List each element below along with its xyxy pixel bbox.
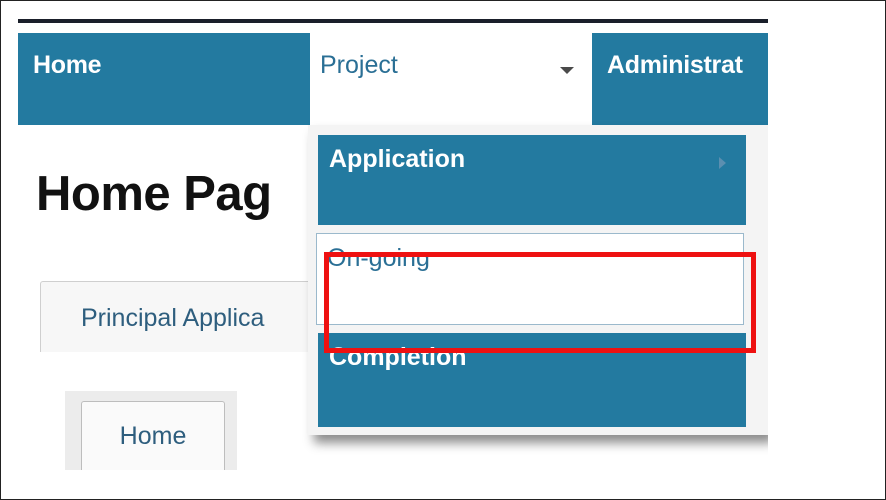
tab-principal-application-label: Principal Applica	[81, 304, 265, 332]
chevron-right-icon	[719, 157, 726, 169]
tab-home-label: Home	[119, 422, 187, 450]
menu-item-on-going[interactable]: On-going	[316, 233, 744, 325]
nav-administration[interactable]: Administrat	[607, 51, 743, 80]
tab-home[interactable]: Home	[81, 401, 225, 470]
menu-item-completion[interactable]: Completion	[318, 333, 746, 427]
menu-item-application[interactable]: Application	[318, 135, 746, 225]
page-title: Home Pag	[36, 167, 272, 221]
menu-item-application-label: Application	[329, 145, 466, 173]
project-dropdown-menu: Application On-going Completion	[308, 125, 768, 435]
chevron-down-icon	[560, 67, 574, 74]
nav-project[interactable]: Project	[310, 33, 592, 125]
main-navbar: Home Project Administrat	[18, 33, 768, 125]
nav-project-label: Project	[320, 51, 398, 79]
nav-home[interactable]: Home	[33, 51, 102, 80]
app-window: Home Project Administrat Home Pag Princi…	[18, 23, 768, 470]
menu-item-on-going-label: On-going	[327, 244, 430, 272]
tab-principal-application[interactable]: Principal Applica	[40, 281, 342, 352]
menu-item-completion-label: Completion	[329, 343, 467, 371]
